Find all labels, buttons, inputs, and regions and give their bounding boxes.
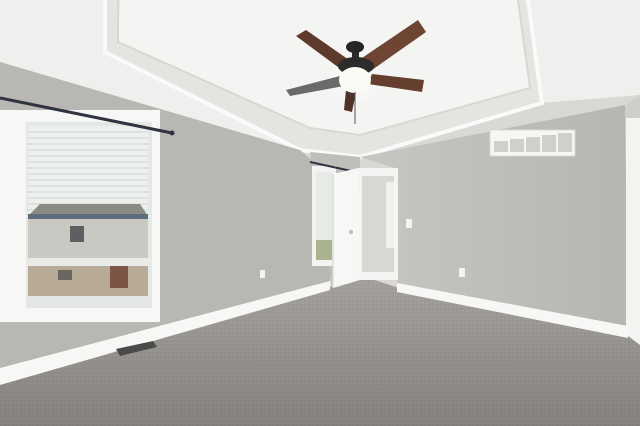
door-knob	[349, 230, 353, 234]
room-photo	[0, 0, 640, 426]
window-blinds	[28, 126, 148, 216]
window-mullion	[16, 122, 26, 308]
fan-canopy	[346, 41, 364, 53]
room-illustration	[0, 0, 640, 426]
fan-light-bowl	[339, 67, 371, 93]
curtain-rod-end	[169, 130, 175, 136]
left-wall-outlet	[260, 270, 265, 278]
small-window-greenery	[316, 240, 332, 260]
open-door	[333, 168, 360, 288]
light-switch	[406, 219, 412, 228]
window-sill-bar	[16, 258, 152, 266]
hall-window	[386, 182, 394, 248]
right-wall-outlet	[459, 268, 465, 277]
right-door-frame	[626, 118, 640, 348]
neighbor-house	[28, 204, 148, 296]
